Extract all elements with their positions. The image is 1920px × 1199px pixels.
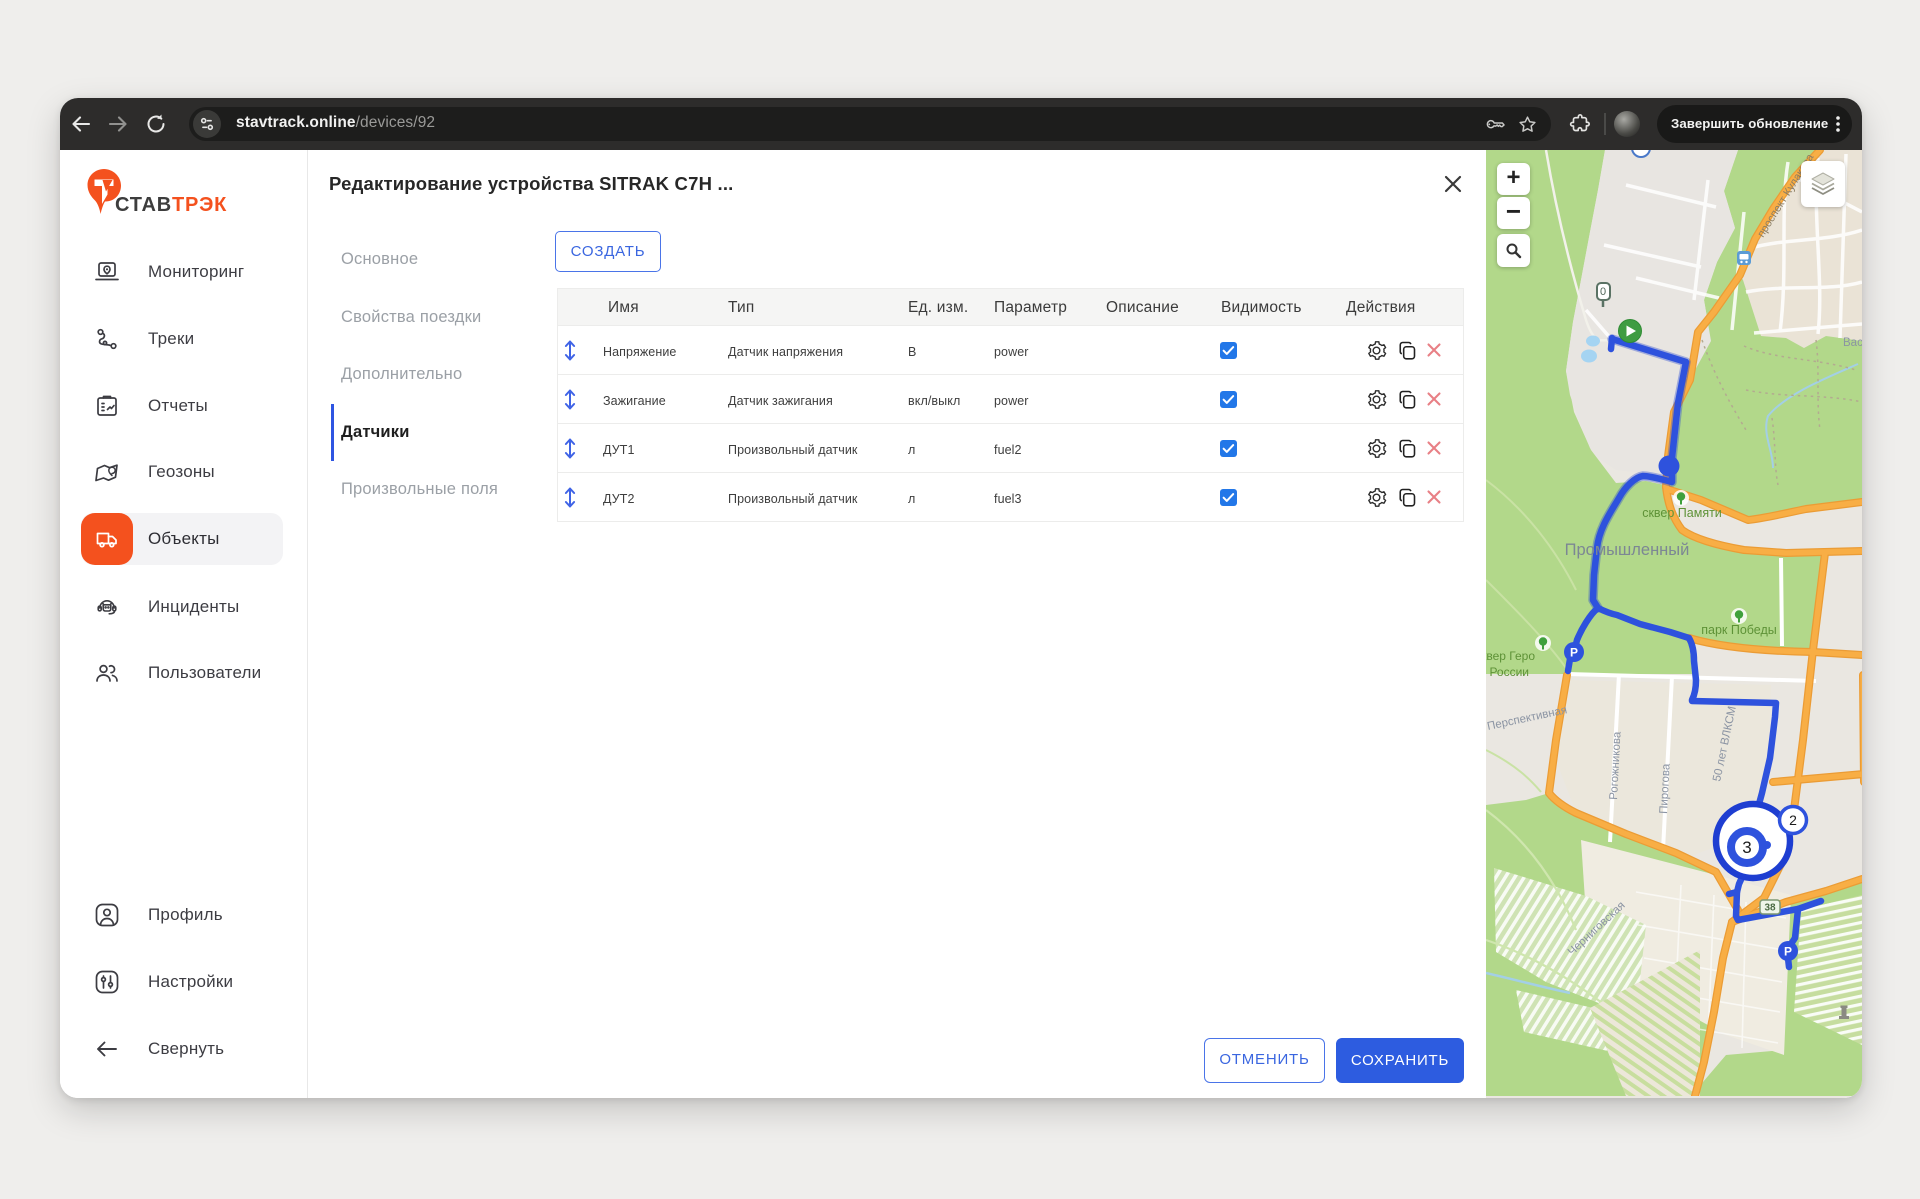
svg-text:2: 2 [1789,812,1797,828]
svg-text:3: 3 [1742,838,1751,857]
svg-text:P: P [1570,646,1578,660]
svg-text:сквер Геро: сквер Геро [1486,649,1535,663]
svg-text:38: 38 [1764,903,1776,914]
svg-text:0: 0 [1600,286,1606,298]
svg-text:сквер Памяти: сквер Памяти [1642,506,1722,520]
svg-text:Промышленный: Промышленный [1565,541,1690,559]
svg-text:Вас: Вас [1843,337,1862,349]
svg-text:P: P [1784,945,1792,959]
svg-text:парк Победы: парк Победы [1701,623,1777,637]
svg-text:России: России [1489,665,1529,679]
